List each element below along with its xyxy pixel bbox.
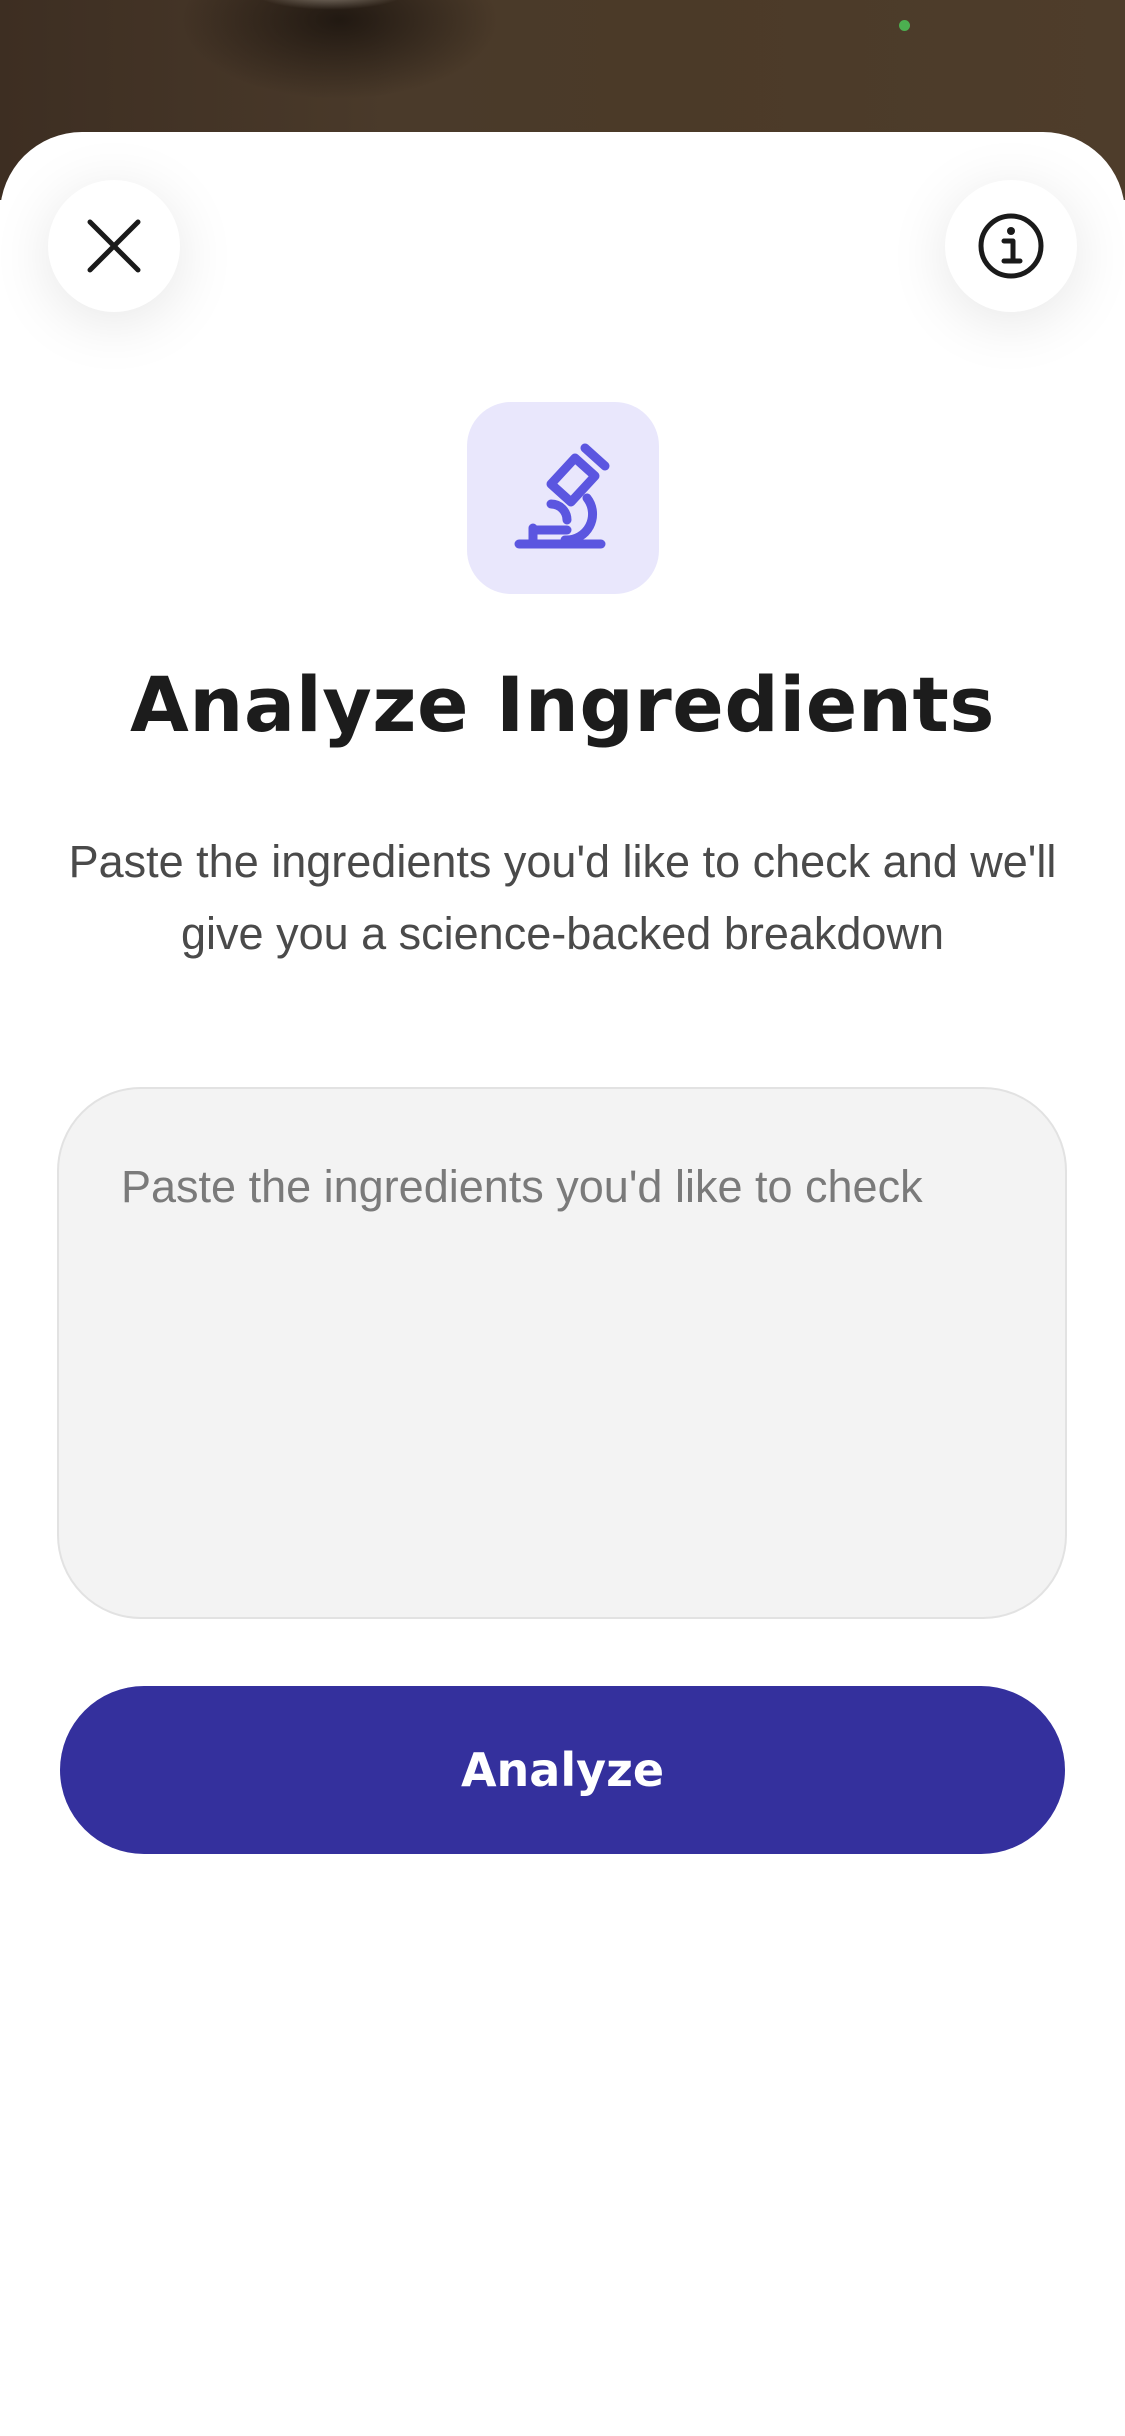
info-button[interactable] [945, 180, 1077, 312]
page-title: Analyze Ingredients [129, 660, 996, 749]
camera-indicator-dot [899, 20, 910, 31]
close-button[interactable] [48, 180, 180, 312]
microscope-icon-tile [467, 402, 659, 594]
ingredients-input[interactable] [57, 1087, 1067, 1619]
info-icon [978, 213, 1044, 279]
background-shadow [180, 0, 500, 100]
close-icon [87, 219, 141, 273]
analyze-button[interactable]: Analyze [60, 1686, 1065, 1854]
page: Analyze Ingredients Paste the ingredient… [0, 0, 1125, 2436]
page-subtitle: Paste the ingredients you'd like to chec… [68, 836, 1057, 959]
microscope-icon [514, 443, 610, 549]
